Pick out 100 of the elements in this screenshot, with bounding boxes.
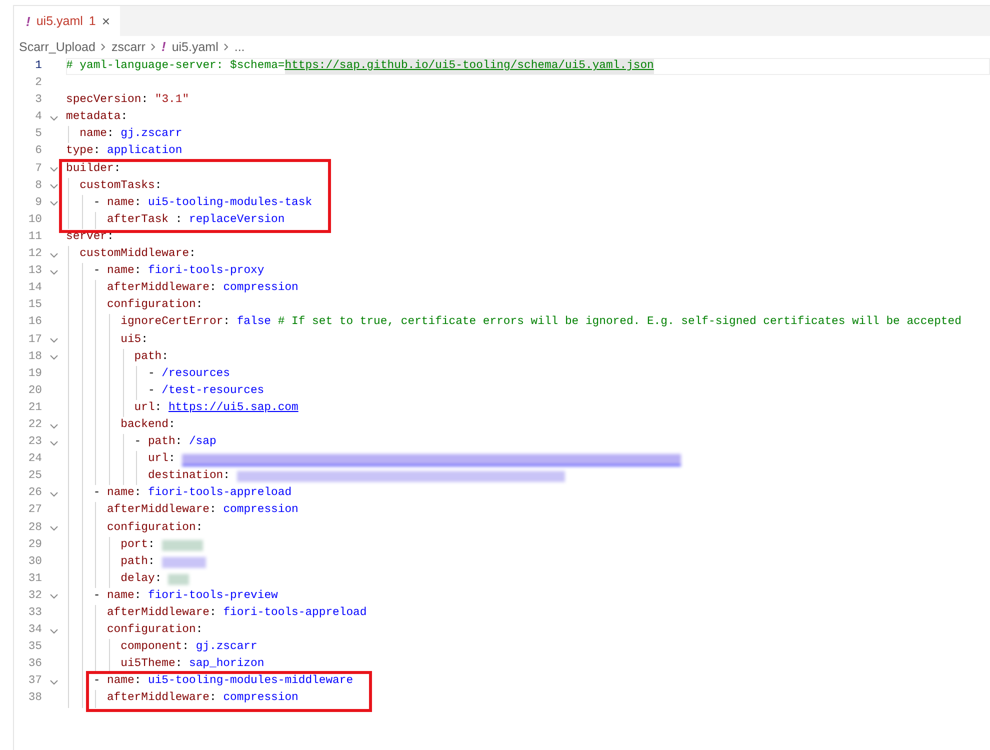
yaml-value: compression (223, 280, 298, 296)
line-number: 12 (27, 247, 42, 262)
close-icon[interactable]: × (102, 13, 110, 29)
yaml-punctuation: : (148, 554, 156, 570)
yaml-key: ui5Theme (120, 656, 176, 674)
line-number: 4 (34, 110, 42, 126)
fold-chevron-icon[interactable] (49, 591, 59, 602)
line-number: 32 (27, 588, 42, 604)
yaml-key: server (66, 228, 108, 246)
yaml-key: builder (66, 160, 114, 178)
yaml-punctuation: : (93, 144, 102, 160)
yaml-punctuation: : (210, 503, 218, 518)
tab-label: ui5.yaml (36, 14, 83, 28)
yaml-key: port (120, 536, 148, 554)
yaml-value: /test-resources (162, 384, 264, 399)
yaml-punctuation: : (223, 315, 232, 330)
blurred-value (162, 556, 206, 568)
yaml-punctuation: : (134, 264, 142, 280)
line-number: 14 (27, 281, 42, 296)
yaml-punctuation: : (107, 230, 114, 245)
blurred-value (168, 574, 189, 585)
fold-chevron-icon[interactable] (49, 335, 59, 346)
yaml-value: fiori-tools-appreload (223, 606, 367, 621)
line-number: 11 (27, 230, 42, 245)
line-number: 33 (27, 606, 42, 621)
line-number: 21 (27, 400, 42, 416)
yaml-punctuation: : (210, 281, 218, 296)
yaml-key: url (148, 451, 168, 468)
yaml-punctuation: : (134, 196, 142, 211)
breadcrumb-item[interactable]: Scarr_Upload (19, 40, 96, 54)
yaml-punctuation: : (175, 657, 184, 672)
yaml-punctuation: : (154, 178, 162, 194)
yaml-key: ignoreCertError (120, 314, 224, 332)
url-link[interactable]: https://ui5.sap.com (168, 400, 298, 417)
yaml-key: component (120, 639, 182, 656)
line-number: 24 (27, 452, 42, 468)
line-number: 1 (34, 59, 42, 74)
yaml-punctuation: : (196, 623, 203, 638)
yaml-value: sap_horizon (188, 656, 264, 672)
yaml-punctuation: : (175, 435, 184, 450)
line-number: 5 (34, 127, 42, 142)
yaml-value: fiori-tools-appreload (148, 486, 292, 502)
code-comment: # yaml-language-server: $schema= (66, 58, 285, 74)
yaml-key: delay (120, 570, 155, 588)
line-number: 37 (27, 674, 42, 690)
yaml-key: path (134, 348, 162, 366)
yaml-value: application (107, 144, 182, 160)
yaml-value: fiori-tools-preview (148, 588, 278, 604)
line-number: 30 (27, 554, 42, 570)
line-number: 16 (27, 315, 42, 330)
yaml-value: gj.zscarr (120, 126, 182, 142)
yaml-punctuation: : (148, 538, 156, 553)
fold-chevron-icon[interactable] (49, 352, 59, 362)
yaml-key: url (134, 400, 155, 417)
schema-link[interactable]: https://sap.github.io/ui5-tooling/schema/ui5.yaml.json (284, 58, 654, 76)
breadcrumb-item[interactable]: ui5.yaml (172, 40, 218, 54)
line-number: 23 (27, 435, 42, 450)
yaml-key: afterMiddleware (106, 502, 210, 520)
yaml-punctuation: : (210, 606, 218, 621)
yaml-punctuation: : (182, 640, 190, 656)
line-number: 31 (27, 572, 42, 587)
yaml-punctuation: : (196, 298, 203, 314)
yaml-punctuation: : (141, 332, 148, 348)
yaml-file-icon: ! (161, 39, 166, 54)
line-number: 9 (34, 196, 42, 211)
line-number: 28 (27, 520, 42, 536)
breadcrumb-item[interactable]: zscarr (111, 40, 146, 54)
line-number: 18 (27, 350, 42, 365)
yaml-key: name (106, 194, 134, 212)
yaml-key: type (66, 143, 94, 161)
fold-chevron-icon[interactable] (49, 181, 59, 192)
line-number: 17 (27, 332, 42, 348)
yaml-punctuation: : (141, 93, 150, 108)
yaml-key: customMiddleware (80, 246, 190, 264)
yaml-punctuation: : (120, 110, 128, 126)
yaml-punctuation: - (93, 486, 102, 502)
file-tab[interactable]: ! ui5.yaml 1 × (14, 6, 120, 36)
line-number: 26 (27, 486, 42, 502)
line-number: 6 (34, 144, 42, 160)
yaml-key: configuration (106, 520, 196, 537)
line-number: 29 (27, 538, 42, 553)
yaml-punctuation: - (93, 264, 102, 280)
code-comment: # If set to true, certificate errors will be ignored. E.g. self-signed certificates will be accepted (278, 314, 962, 330)
line-number: 15 (27, 298, 42, 314)
yaml-key: customTasks (80, 178, 155, 195)
yaml-punctuation: : (134, 588, 142, 604)
yaml-punctuation: : (134, 674, 142, 690)
yaml-punctuation: : (107, 127, 115, 142)
yaml-value: compression (223, 690, 298, 706)
yaml-punctuation: : (168, 418, 176, 433)
fold-chevron-icon[interactable] (49, 523, 59, 534)
yaml-value: /sap (188, 434, 216, 450)
line-number: 25 (27, 469, 42, 484)
fold-chevron-icon[interactable] (49, 198, 59, 208)
yaml-punctuation: : (174, 212, 184, 228)
problem-count: 1 (88, 14, 96, 28)
chevron-right-icon (149, 42, 158, 50)
line-number: 20 (27, 384, 42, 399)
fold-chevron-icon[interactable] (49, 164, 59, 174)
breadcrumb-item[interactable]: ... (234, 40, 245, 54)
